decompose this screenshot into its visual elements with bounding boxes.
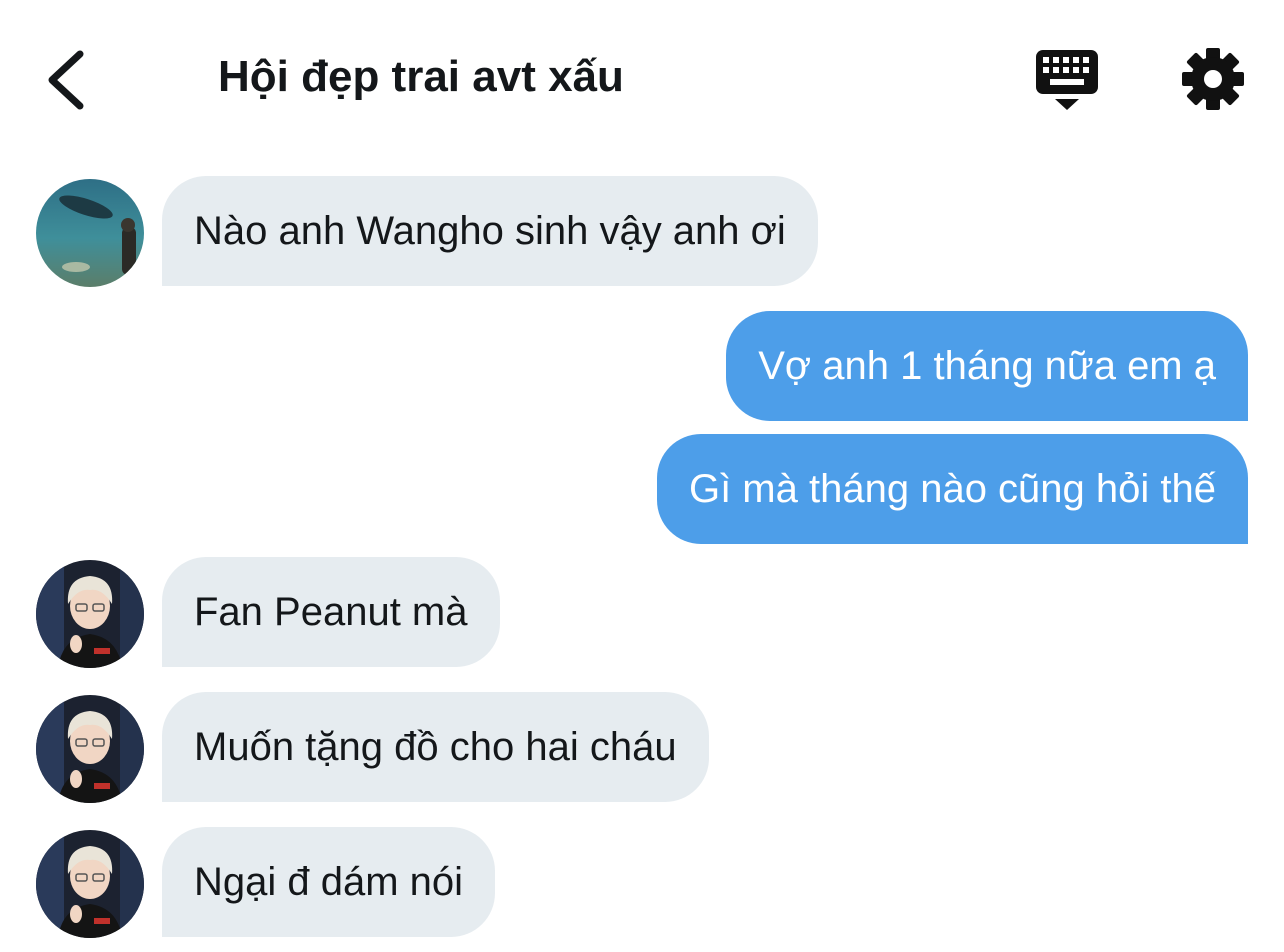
message-bubble-incoming[interactable]: Ngại đ dám nói [162,827,496,937]
message-bubble-incoming[interactable]: Nào anh Wangho sinh vậy anh ơi [162,176,818,286]
player-avatar[interactable] [36,560,144,668]
keyboard-toggle-button[interactable] [1034,48,1102,112]
message-bubble-outgoing[interactable]: Vợ anh 1 tháng nữa em ạ [726,311,1248,421]
aquarium-avatar[interactable] [36,179,144,287]
message-bubble-outgoing[interactable]: Gì mà tháng nào cũng hỏi thế [656,434,1248,544]
settings-button[interactable] [1180,46,1246,112]
conversation-title[interactable]: Hội đẹp trai avt xấu [218,52,624,102]
gear-icon [1182,48,1244,110]
chevron-left-icon [48,50,84,110]
keyboard-icon [1036,50,1098,110]
message-bubble-incoming[interactable]: Fan Peanut mà [162,557,500,667]
player-avatar[interactable] [36,830,144,938]
player-avatar[interactable] [36,695,144,803]
back-button[interactable] [40,44,96,114]
conversation-header: Hội đẹp trai avt xấu [0,0,1284,150]
message-bubble-incoming[interactable]: Muốn tặng đồ cho hai cháu [162,692,709,802]
